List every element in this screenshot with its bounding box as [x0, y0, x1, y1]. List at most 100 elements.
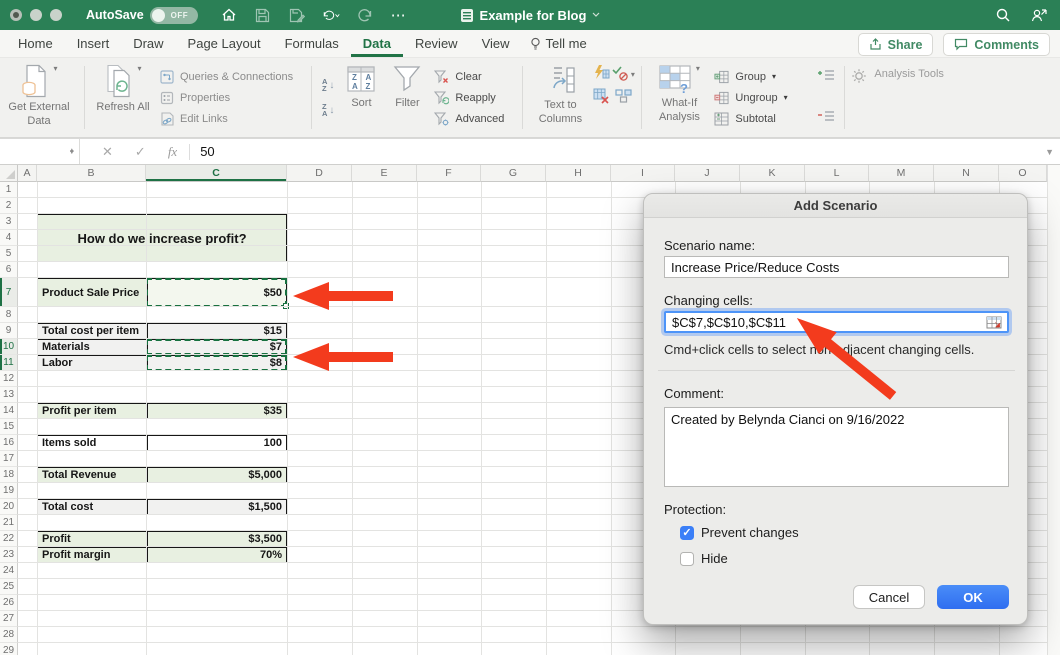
formula-input[interactable]: 50 — [200, 144, 214, 159]
prevent-changes-checkbox[interactable]: ✓ — [680, 526, 694, 540]
cell-C20[interactable]: $1,500 — [147, 500, 286, 514]
column-header-H[interactable]: H — [546, 165, 611, 182]
text-to-columns-button[interactable]: Text to Columns — [529, 58, 591, 137]
column-header-D[interactable]: D — [287, 165, 352, 182]
table-row-23[interactable]: Profit margin70% — [37, 547, 287, 563]
save-as-icon[interactable] — [288, 6, 306, 24]
group-button[interactable]: Group ▾ — [714, 69, 810, 84]
cell-B3-title[interactable]: How do we increase profit? — [37, 214, 287, 262]
tab-data[interactable]: Data — [351, 31, 403, 57]
queries-connections-button[interactable]: Queries & Connections — [159, 69, 301, 84]
home-icon[interactable] — [220, 6, 238, 24]
more-commands-icon[interactable]: ⋯ — [390, 6, 408, 24]
row-header-24[interactable]: 24 — [0, 563, 18, 579]
tab-page-layout[interactable]: Page Layout — [176, 31, 273, 57]
consolidate-icon[interactable] — [615, 88, 632, 109]
ungroup-button[interactable]: Ungroup ▾ — [714, 90, 810, 105]
formula-bar-expand-icon[interactable]: ▼ — [1045, 147, 1054, 157]
close-window-button[interactable] — [10, 9, 22, 21]
cell-B14[interactable]: Profit per item — [38, 404, 147, 418]
tab-formulas[interactable]: Formulas — [273, 31, 351, 57]
row-header-1[interactable]: 1 — [0, 182, 18, 198]
what-if-analysis-button[interactable]: ? ▾ What-If Analysis — [648, 58, 710, 137]
cell-C22[interactable]: $3,500 — [147, 532, 286, 546]
undo-icon[interactable] — [322, 6, 340, 24]
sort-descending-button[interactable]: ZA↓ — [322, 103, 334, 118]
cell-C23[interactable]: 70% — [147, 548, 286, 562]
minimize-window-button[interactable] — [30, 9, 42, 21]
advanced-filter-button[interactable]: Advanced — [434, 111, 512, 126]
zoom-window-button[interactable] — [50, 9, 62, 21]
row-header-28[interactable]: 28 — [0, 627, 18, 643]
hide-detail-icon[interactable] — [816, 109, 836, 127]
tab-review[interactable]: Review — [403, 31, 470, 57]
subtotal-button[interactable]: Subtotal — [714, 111, 810, 126]
hide-checkbox[interactable] — [680, 552, 694, 566]
fill-handle[interactable] — [283, 303, 289, 309]
table-row-14[interactable]: Profit per item$35 — [37, 403, 287, 419]
name-box-stepper[interactable]: ▲▼ — [69, 151, 75, 153]
changing-cells-input[interactable]: $C$7,$C$10,$C$11 — [664, 311, 1009, 333]
scenario-name-input[interactable]: Increase Price/Reduce Costs — [664, 256, 1009, 278]
get-external-data-button[interactable]: ▾ Get External Data — [0, 58, 78, 137]
row-header-10[interactable]: 10 — [0, 339, 18, 355]
filter-button[interactable]: Filter — [384, 58, 430, 137]
cell-C10[interactable]: $7 — [147, 340, 286, 354]
table-row-9[interactable]: Total cost per item$15 — [37, 323, 287, 339]
row-header-11[interactable]: 11 — [0, 355, 18, 371]
cell-B22[interactable]: Profit — [38, 532, 147, 546]
prevent-changes-checkbox-row[interactable]: ✓ Prevent changes — [680, 525, 799, 540]
cell-B9[interactable]: Total cost per item — [38, 324, 147, 338]
cancel-entry-icon[interactable]: ✕ — [102, 144, 113, 160]
row-header-15[interactable]: 15 — [0, 419, 18, 435]
flash-fill-icon[interactable] — [593, 64, 610, 85]
column-header-M[interactable]: M — [869, 165, 934, 182]
refresh-all-button[interactable]: ▾ Refresh All — [91, 58, 155, 137]
tab-view[interactable]: View — [470, 31, 522, 57]
name-box[interactable]: ▲▼ — [0, 139, 80, 164]
column-header-C[interactable]: C — [146, 165, 287, 182]
cell-C7[interactable]: $50 — [147, 279, 286, 306]
row-header-12[interactable]: 12 — [0, 371, 18, 387]
save-icon[interactable] — [254, 6, 272, 24]
autosave-toggle[interactable]: OFF — [150, 7, 198, 24]
vertical-scrollbar[interactable] — [1047, 165, 1060, 655]
tab-tell-me[interactable]: Tell me — [530, 36, 587, 51]
redo-icon[interactable] — [356, 6, 374, 24]
reapply-filter-button[interactable]: Reapply — [434, 90, 512, 105]
cell-B10[interactable]: Materials — [38, 340, 147, 354]
row-header-25[interactable]: 25 — [0, 579, 18, 595]
remove-duplicates-icon[interactable] — [593, 88, 610, 109]
insert-function-icon[interactable]: fx — [168, 144, 177, 160]
comments-button[interactable]: Comments — [943, 33, 1050, 56]
column-header-N[interactable]: N — [934, 165, 999, 182]
column-header-O[interactable]: O — [999, 165, 1047, 182]
cell-B11[interactable]: Labor — [38, 356, 147, 370]
analysis-tools-button[interactable]: Analysis Tools — [851, 58, 944, 137]
cell-C11[interactable]: $8 — [147, 356, 286, 370]
row-header-23[interactable]: 23 — [0, 547, 18, 563]
row-header-4[interactable]: 4 — [0, 230, 18, 246]
show-detail-icon[interactable] — [816, 68, 836, 86]
column-header-L[interactable]: L — [805, 165, 869, 182]
cell-B20[interactable]: Total cost — [38, 500, 147, 514]
tab-home[interactable]: Home — [6, 31, 65, 57]
column-header-B[interactable]: B — [37, 165, 146, 182]
row-header-20[interactable]: 20 — [0, 499, 18, 515]
cell-C16[interactable]: 100 — [147, 436, 286, 450]
confirm-entry-icon[interactable]: ✓ — [135, 144, 146, 160]
column-header-K[interactable]: K — [740, 165, 805, 182]
table-row-10[interactable]: Materials$7 — [37, 339, 287, 355]
hide-checkbox-row[interactable]: Hide — [680, 551, 728, 566]
row-header-19[interactable]: 19 — [0, 483, 18, 499]
sort-ascending-button[interactable]: AZ↓ — [322, 78, 334, 93]
document-title[interactable]: Example for Blog — [480, 8, 587, 23]
row-header-5[interactable]: 5 — [0, 246, 18, 262]
search-icon[interactable] — [994, 6, 1012, 24]
tab-insert[interactable]: Insert — [65, 31, 122, 57]
row-header-7[interactable]: 7 — [0, 278, 18, 307]
tab-draw[interactable]: Draw — [121, 31, 175, 57]
column-header-F[interactable]: F — [417, 165, 481, 182]
range-picker-icon[interactable] — [986, 316, 1002, 332]
table-row-7[interactable]: Product Sale Price$50 — [37, 278, 287, 307]
